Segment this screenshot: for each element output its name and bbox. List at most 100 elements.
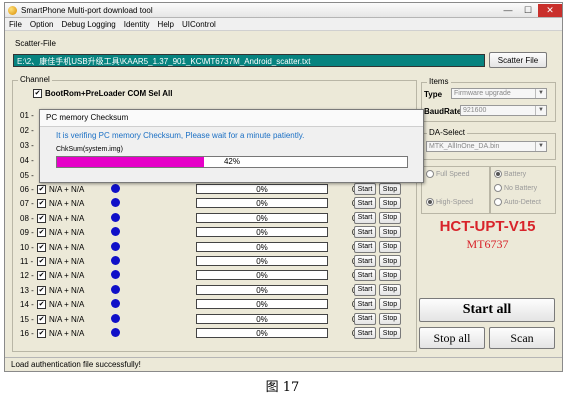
row-progress: 0% [196,198,328,209]
row-checkbox[interactable]: ✔ [37,199,46,209]
baudrate-label: BaudRate [424,107,462,116]
type-select[interactable]: Firmware upgrade ▼ [451,88,547,99]
row-progress: 0% [196,241,328,252]
menu-help[interactable]: Help [154,20,178,29]
row-stop-button[interactable]: Stop [379,327,401,339]
app-window: SmartPhone Multi-port download tool — ☐ … [4,2,563,372]
row-checkbox[interactable]: ✔ [37,242,46,252]
auto-detect-option[interactable]: Auto-Detect [494,198,541,206]
channel-row: 13 -✔N/A + N/A0%0 SStartStop [20,283,401,297]
row-checkbox[interactable]: ✔ [37,300,46,310]
channel-row: 10 -✔N/A + N/A0%0 SStartStop [20,240,401,254]
row-checkbox[interactable]: ✔ [37,271,46,281]
full-speed-option[interactable]: Full Speed [426,170,469,178]
menu-file[interactable]: File [5,20,26,29]
menu-debug-logging[interactable]: Debug Logging [57,20,119,29]
row-stop-button[interactable]: Stop [379,255,401,267]
no-battery-option[interactable]: No Battery [494,184,537,192]
checkbox-icon[interactable]: ✔ [33,89,42,99]
battery-option[interactable]: Battery [494,170,526,178]
row-stop-button[interactable]: Stop [379,197,401,210]
baudrate-select[interactable]: 921600 ▼ [460,105,547,116]
row-checkbox[interactable]: ✔ [37,314,46,324]
row-start-button[interactable]: Start [354,269,376,282]
radio-icon[interactable] [426,170,434,178]
radio-icon[interactable] [494,198,502,206]
da-group-label: DA-Select [427,128,468,137]
window-title: SmartPhone Multi-port download tool [21,5,153,15]
stop-all-button[interactable]: Stop all [419,327,485,349]
scatter-group-label: Scatter-File [15,39,56,48]
items-group-label: Items [427,77,451,86]
app-icon [8,5,17,15]
bootrom-select-all[interactable]: ✔ BootRom+PreLoader COM Sel All [33,89,173,99]
row-checkbox[interactable]: ✔ [37,185,46,194]
row-stop-button[interactable]: Stop [379,183,401,195]
row-number: 10 - [20,242,34,252]
scatter-path-field[interactable]: E:\2、康佳手机USB升级工具\KAAR5_1.37_901_KC\MT673… [13,54,485,67]
row-stop-button[interactable]: Stop [379,240,401,253]
start-all-button[interactable]: Start all [419,298,555,322]
radio-icon[interactable] [494,184,502,192]
maximize-button[interactable]: ☐ [518,4,538,17]
row-start-button[interactable]: Start [354,283,376,296]
channel-row: 07 -✔N/A + N/A0%0 SStartStop [20,197,401,210]
row-start-button[interactable]: Start [354,211,376,224]
port-label: N/A + N/A [49,300,85,310]
row-label-03: 03 - [20,141,34,150]
status-dot-icon [111,227,120,237]
row-stop-button[interactable]: Stop [379,312,401,325]
row-start-button[interactable]: Start [354,197,376,210]
port-label: N/A + N/A [49,314,85,324]
chevron-down-icon: ▼ [535,106,546,115]
row-stop-button[interactable]: Stop [379,298,401,311]
row-checkbox[interactable]: ✔ [37,285,46,295]
close-button[interactable]: ✕ [538,3,562,17]
da-select[interactable]: MTK_AllInOne_DA.bin ▼ [426,141,547,152]
radio-icon[interactable] [494,170,502,178]
port-label: N/A + N/A [49,199,85,209]
status-dot-icon [111,198,120,208]
port-label: N/A + N/A [49,228,85,238]
brand-chip: MT6737 [466,237,509,251]
port-label: N/A + N/A [49,257,85,266]
menu-option[interactable]: Option [26,20,58,29]
dialog-progress-text: 42% [223,157,240,166]
scan-button[interactable]: Scan [489,327,555,349]
row-start-button[interactable]: Start [354,240,376,253]
channel-row: 08 -✔N/A + N/A0%0 SStartStop [20,211,401,225]
status-dot-icon [111,270,120,280]
row-checkbox[interactable]: ✔ [37,213,46,223]
minimize-button[interactable]: — [498,4,518,17]
row-progress: 0% [196,328,328,338]
row-start-button[interactable]: Start [354,327,376,339]
menu-uicontrol[interactable]: UIControl [178,20,220,29]
status-dot-icon [111,184,120,193]
row-start-button[interactable]: Start [354,183,376,195]
row-number: 08 - [20,213,34,223]
row-stop-button[interactable]: Stop [379,283,401,296]
status-dot-icon [111,328,120,337]
row-number: 06 - [20,185,34,194]
radio-icon[interactable] [426,198,434,206]
row-start-button[interactable]: Start [354,226,376,239]
row-stop-button[interactable]: Stop [379,211,401,224]
row-start-button[interactable]: Start [354,298,376,311]
row-stop-button[interactable]: Stop [379,269,401,282]
channel-row: 16 -✔N/A + N/A0%0 SStartStop [20,327,401,340]
figure-caption: 图 17 [265,380,300,395]
row-stop-button[interactable]: Stop [379,226,401,239]
menu-identity[interactable]: Identity [120,20,154,29]
row-checkbox[interactable]: ✔ [37,257,46,266]
row-number: 11 - [20,257,34,266]
row-checkbox[interactable]: ✔ [37,228,46,238]
row-checkbox[interactable]: ✔ [37,329,46,338]
row-progress: 0% [196,284,328,295]
row-start-button[interactable]: Start [354,312,376,325]
high-speed-option[interactable]: High-Speed [426,198,473,206]
title-bar[interactable]: SmartPhone Multi-port download tool — ☐ … [5,3,562,18]
scatter-file-button[interactable]: Scatter File [489,52,547,68]
row-start-button[interactable]: Start [354,255,376,267]
chevron-down-icon: ▼ [535,89,546,98]
channel-row: 11 -✔N/A + N/A0%0 SStartStop [20,255,401,268]
